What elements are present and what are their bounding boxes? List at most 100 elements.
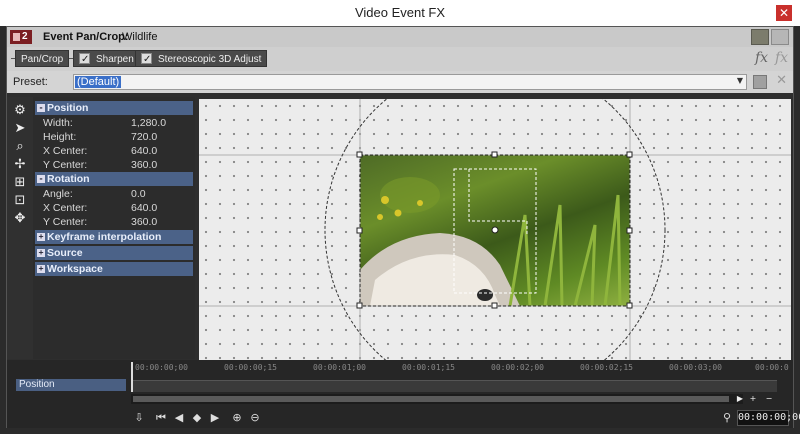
title-bar: Video Event FX ✕ (0, 0, 800, 26)
prop-y-center[interactable]: Y Center: 360.0 (43, 158, 193, 172)
prop-key: Height: (43, 131, 77, 143)
ruler-tick: 00:00:01;00 (313, 363, 366, 372)
prop-rot-x-center[interactable]: X Center: 640.0 (43, 201, 193, 215)
scroll-thumb[interactable] (133, 396, 729, 402)
section-title: Source (47, 247, 83, 259)
section-rotation[interactable]: - Rotation (35, 172, 193, 186)
ruler-tick: 00:00:02;15 (580, 363, 633, 372)
add-keyframe-icon[interactable]: ⊕ (229, 410, 245, 426)
checkbox-icon[interactable] (141, 51, 152, 68)
move-icon[interactable]: ✥ (11, 211, 29, 227)
plugin-label: Pan/Crop (21, 54, 64, 65)
prop-key: X Center: (43, 202, 88, 214)
fx-window: 2 Event Pan/Crop: Wildlife Pan/Crop Shar… (6, 26, 800, 428)
prop-rot-y-center[interactable]: Y Center: 360.0 (43, 215, 193, 229)
expand-icon[interactable]: + (37, 265, 45, 273)
prop-key: Angle: (43, 188, 73, 200)
ruler-tick: 00:00:00;00 (135, 363, 188, 372)
plugin-label: Stereoscopic 3D Adjust (158, 54, 262, 65)
sync-cursor-icon[interactable]: ⇩ (131, 410, 147, 426)
next-keyframe-icon[interactable]: ▶ (207, 410, 223, 426)
event-badge: 2 (10, 30, 32, 44)
fit-icon[interactable]: ⊡ (11, 193, 29, 209)
normal-edit-icon[interactable]: ✢ (11, 157, 29, 173)
section-title: Rotation (47, 173, 90, 185)
playhead[interactable] (131, 362, 133, 392)
plugin-label: Sharpen (96, 54, 134, 65)
prop-key: Y Center: (43, 159, 88, 171)
chevron-down-icon[interactable]: ▼ (737, 76, 743, 85)
position-keyframe-lane[interactable] (131, 380, 777, 392)
save-preset-icon[interactable] (753, 75, 767, 89)
ruler-tick: 00:00:00;15 (224, 363, 277, 372)
lock-icon[interactable]: ⚲ (719, 410, 735, 426)
zoom-icon[interactable]: ⌕ (11, 139, 29, 155)
tool-strip: ⚙ ➤ ⌕ ✢ ⊞ ⊡ ✥ (7, 97, 33, 359)
plugin-sharpen[interactable]: Sharpen (73, 50, 140, 68)
zoom-in-icon[interactable]: + (747, 393, 759, 405)
section-title: Keyframe interpolation (47, 231, 162, 243)
prop-key: X Center: (43, 145, 88, 157)
ruler-tick: 00:00:0 (755, 363, 789, 372)
plugin-pan-crop[interactable]: Pan/Crop (15, 50, 70, 67)
zoom-out-icon[interactable]: − (763, 393, 775, 405)
event-header: 2 Event Pan/Crop: Wildlife (7, 27, 793, 47)
plugin-stereoscopic[interactable]: Stereoscopic 3D Adjust (135, 50, 268, 68)
fx-remove-icon[interactable]: fx (775, 50, 788, 66)
ruler-tick: 00:00:01;15 (402, 363, 455, 372)
prop-value[interactable]: 360.0 (131, 215, 157, 229)
first-keyframe-icon[interactable]: ⏮ (153, 410, 169, 426)
prop-x-center[interactable]: X Center: 640.0 (43, 144, 193, 158)
section-position[interactable]: - Position (35, 101, 193, 115)
split-screen-button[interactable] (751, 29, 769, 45)
timeline-scrollbar[interactable] (131, 394, 743, 404)
section-title: Workspace (47, 263, 103, 275)
fx-chain: Pan/Crop Sharpen Stereoscopic 3D Adjust … (7, 47, 793, 71)
pointer-icon[interactable]: ➤ (11, 121, 29, 137)
property-panel: - Position Width: 1,280.0 Height: 720.0 X C… (33, 97, 195, 359)
close-icon[interactable]: ✕ (776, 5, 792, 21)
prop-value[interactable]: 1,280.0 (131, 116, 166, 130)
section-workspace[interactable]: + Workspace (35, 262, 193, 276)
gear-icon[interactable]: ⚙ (11, 103, 29, 119)
delete-preset-icon[interactable]: ✕ (776, 73, 787, 88)
collapse-icon[interactable]: - (37, 104, 45, 112)
keyframe-icon[interactable]: ◆ (189, 410, 205, 426)
prop-key: Y Center: (43, 216, 88, 228)
expand-icon[interactable]: + (37, 233, 45, 241)
prop-angle[interactable]: Angle: 0.0 (43, 187, 193, 201)
preset-label: Preset: (13, 76, 48, 88)
section-source[interactable]: + Source (35, 246, 193, 260)
section-keyframe-interpolation[interactable]: + Keyframe interpolation (35, 230, 193, 244)
checkbox-icon[interactable] (79, 51, 90, 68)
preset-select[interactable]: (Default) ▼ (73, 74, 747, 90)
crop-icon[interactable]: ⊞ (11, 175, 29, 191)
preset-row: Preset: (Default) ▼ ✕ (7, 71, 793, 93)
pan-crop-overlay (199, 99, 791, 360)
fx-plugin-chain-icon[interactable]: fx (755, 50, 768, 66)
prop-width[interactable]: Width: 1,280.0 (43, 116, 193, 130)
workspace-preview[interactable] (199, 99, 791, 360)
prop-value[interactable]: 0.0 (131, 187, 146, 201)
section-title: Position (47, 102, 89, 114)
prop-value[interactable]: 360.0 (131, 158, 157, 172)
ruler-tick: 00:00:03;00 (669, 363, 722, 372)
track-label[interactable]: Position (16, 379, 126, 391)
scroll-right-icon[interactable]: ▶ (734, 393, 746, 405)
event-name: Wildlife (122, 31, 158, 43)
prop-value[interactable]: 640.0 (131, 201, 157, 215)
prop-value[interactable]: 720.0 (131, 130, 157, 144)
bypass-button[interactable] (771, 29, 789, 45)
prop-height[interactable]: Height: 720.0 (43, 130, 193, 144)
delete-keyframe-icon[interactable]: ⊖ (247, 410, 263, 426)
collapse-icon[interactable]: - (37, 175, 45, 183)
time-ruler[interactable]: 00:00:00;00 00:00:00;15 00:00:01;00 00:0… (131, 363, 789, 377)
prop-value[interactable]: 640.0 (131, 144, 157, 158)
preset-value: (Default) (75, 76, 122, 88)
event-label: Event Pan/Crop: (43, 31, 129, 43)
expand-icon[interactable]: + (37, 249, 45, 257)
window-title: Video Event FX (354, 5, 446, 20)
ruler-tick: 00:00:02;00 (491, 363, 544, 372)
prev-keyframe-icon[interactable]: ◀ (171, 410, 187, 426)
time-display[interactable]: 00:00:00;00 (737, 410, 800, 426)
